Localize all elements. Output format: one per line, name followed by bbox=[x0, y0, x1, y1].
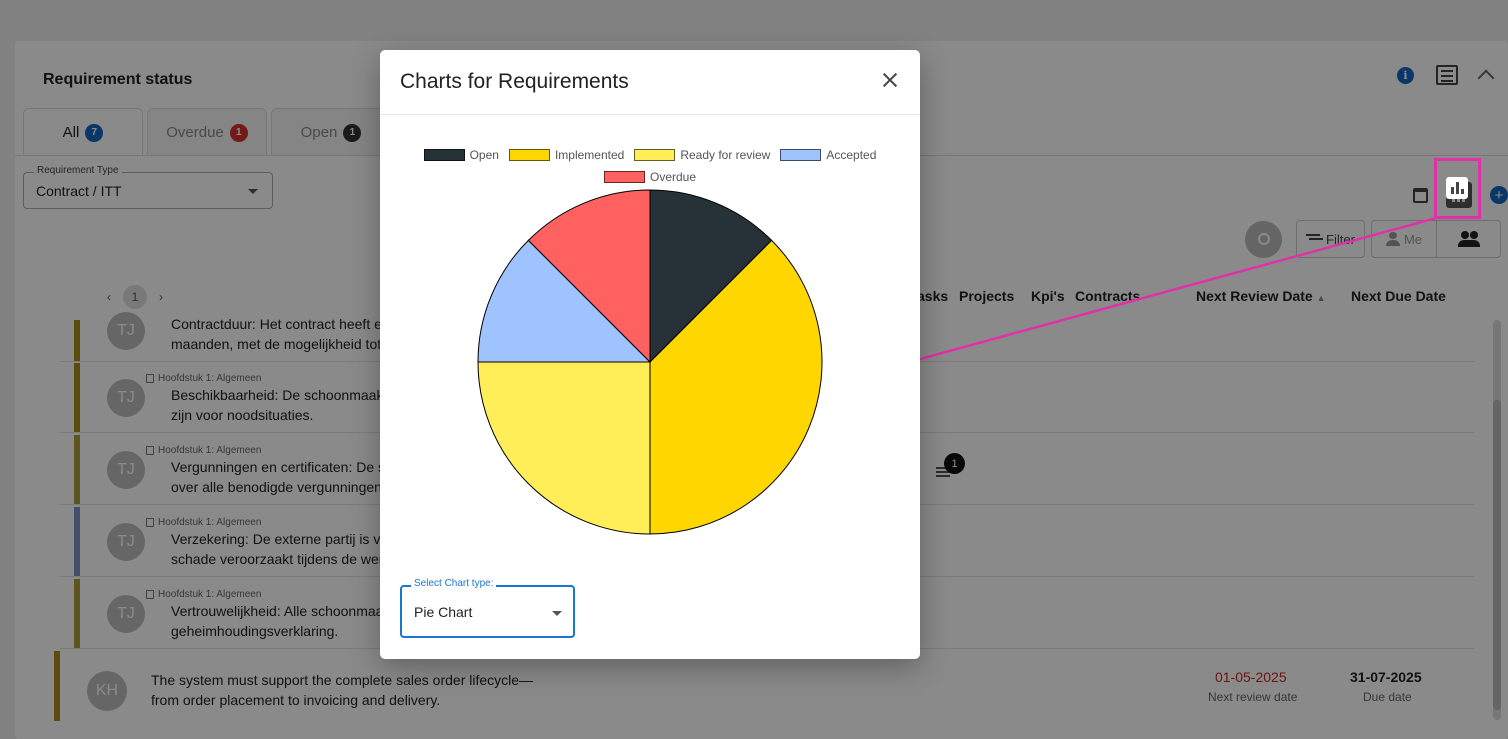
legend-swatch bbox=[603, 171, 645, 183]
legend-swatch bbox=[634, 149, 676, 161]
legend-swatch bbox=[423, 149, 465, 161]
legend-item-overdue[interactable]: Overdue bbox=[603, 170, 697, 184]
legend-item-open[interactable]: Open bbox=[423, 148, 499, 162]
legend-label: Overdue bbox=[649, 170, 697, 184]
legend-row: Open Implemented Ready for review Accept… bbox=[380, 144, 920, 166]
chart-type-value: Pie Chart bbox=[414, 604, 473, 620]
chevron-down-icon bbox=[552, 611, 562, 616]
legend-label: Open bbox=[469, 148, 499, 162]
legend-label: Ready for review bbox=[680, 148, 771, 162]
close-icon[interactable] bbox=[882, 72, 898, 88]
legend-item-implemented[interactable]: Implemented bbox=[508, 148, 625, 162]
legend-label: Accepted bbox=[826, 148, 877, 162]
legend-item-accepted[interactable]: Accepted bbox=[780, 148, 876, 162]
legend-label: Implemented bbox=[554, 148, 625, 162]
modal-header: Charts for Requirements bbox=[380, 50, 920, 115]
chart-type-label: Select Chart type: bbox=[411, 578, 497, 589]
modal-title: Charts for Requirements bbox=[400, 70, 629, 93]
chart-type-select[interactable]: Select Chart type: Pie Chart bbox=[400, 578, 575, 638]
legend-swatch bbox=[508, 149, 550, 161]
legend-item-ready-for-review[interactable]: Ready for review bbox=[634, 148, 770, 162]
chart-legend: Open Implemented Ready for review Accept… bbox=[380, 144, 920, 188]
pie-chart bbox=[477, 189, 823, 535]
pie-slice-ready-for-review[interactable] bbox=[477, 361, 651, 535]
annotation-highlight-box bbox=[1434, 158, 1481, 219]
legend-row: Overdue bbox=[380, 166, 920, 188]
legend-swatch bbox=[780, 149, 822, 161]
charts-modal: Charts for Requirements Open Implemented… bbox=[380, 50, 920, 659]
